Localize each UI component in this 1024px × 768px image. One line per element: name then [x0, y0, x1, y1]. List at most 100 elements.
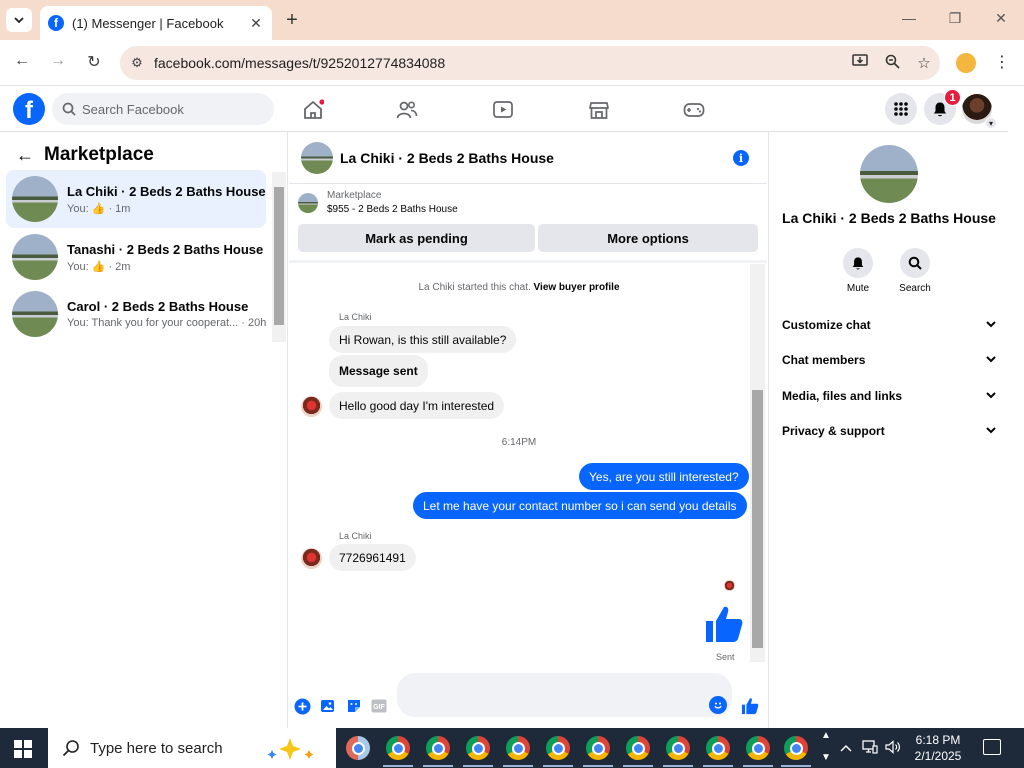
install-app-icon[interactable]: [844, 54, 876, 72]
tray-overflow-icon[interactable]: [840, 740, 852, 755]
account-caret-icon[interactable]: ▾: [985, 117, 997, 129]
incoming-message[interactable]: 7726961491: [329, 544, 416, 571]
browser-tab-messenger[interactable]: f (1) Messenger | Facebook ✕: [40, 6, 272, 40]
taskbar-chrome-icon[interactable]: [386, 736, 410, 760]
mark-as-pending-button[interactable]: Mark as pending: [298, 224, 535, 252]
conversation-item-tanashi[interactable]: Tanashi · 2 Beds 2 Baths House You: 👍 · …: [6, 228, 266, 286]
back-arrow-icon[interactable]: ←: [11, 52, 33, 70]
info-icon[interactable]: i: [733, 150, 749, 166]
taskbar-chrome-icon[interactable]: [586, 736, 610, 760]
more-options-button[interactable]: More options: [538, 224, 758, 252]
menu-grid-icon[interactable]: [885, 93, 917, 125]
incoming-message[interactable]: Hello good day I'm interested: [329, 392, 505, 419]
emoji-icon[interactable]: [709, 696, 727, 714]
send-like-icon[interactable]: [741, 697, 759, 715]
reload-icon[interactable]: ↻: [83, 52, 105, 72]
sent-like-icon[interactable]: [704, 604, 744, 647]
gif-icon[interactable]: GIF: [370, 697, 388, 715]
listing-price: $955 - 2 Beds 2 Baths House: [327, 204, 458, 215]
taskbar-app-icon[interactable]: [346, 736, 370, 760]
windows-start-icon[interactable]: [14, 740, 32, 758]
window-minimize-button[interactable]: —: [899, 10, 919, 26]
taskbar-chrome-icon[interactable]: [706, 736, 730, 760]
messages-scroll-thumb[interactable]: [752, 390, 763, 648]
taskbar-chrome-icon[interactable]: [666, 736, 690, 760]
taskbar-chrome-icon[interactable]: [466, 736, 490, 760]
network-icon[interactable]: [862, 740, 878, 757]
seen-avatar: [724, 580, 735, 591]
section-label: Media, files and links: [782, 389, 903, 403]
conversation-header[interactable]: La Chiki · 2 Beds 2 Baths House: [289, 132, 767, 184]
taskbar-chrome-icon[interactable]: [506, 736, 530, 760]
customize-chat-section[interactable]: Customize chat: [782, 318, 996, 332]
message-input[interactable]: [397, 673, 732, 717]
add-plus-icon[interactable]: [293, 697, 311, 715]
outgoing-message[interactable]: Yes, are you still interested?: [579, 463, 749, 490]
conversation-item-la-chiki[interactable]: La Chiki · 2 Beds 2 Baths House You: 👍 ·…: [6, 170, 266, 228]
incoming-message[interactable]: Hi Rowan, is this still available?: [329, 326, 517, 353]
taskbar-chrome-icon[interactable]: [626, 736, 650, 760]
facebook-search-box[interactable]: [52, 93, 274, 125]
back-arrow-icon[interactable]: ←: [16, 145, 34, 166]
view-buyer-profile-link[interactable]: View buyer profile: [534, 282, 620, 293]
taskbar-active-indicator: [463, 765, 493, 767]
taskbar-active-indicator: [543, 765, 573, 767]
panel-title: Marketplace: [44, 144, 154, 165]
sender-avatar[interactable]: [301, 548, 322, 569]
page-scrollbar[interactable]: [1008, 87, 1024, 728]
video-nav-icon[interactable]: [490, 97, 516, 123]
listing-summary[interactable]: Marketplace $955 - 2 Beds 2 Baths House: [298, 190, 458, 215]
media-files-links-section[interactable]: Media, files and links: [782, 389, 996, 403]
taskbar-chrome-icon[interactable]: [784, 736, 808, 760]
taskbar-chrome-icon[interactable]: [426, 736, 450, 760]
facebook-logo-icon[interactable]: f: [13, 93, 45, 125]
zoom-icon[interactable]: [876, 54, 908, 73]
chat-members-section[interactable]: Chat members: [782, 353, 996, 367]
house-avatar: [12, 176, 58, 222]
taskbar-chrome-icon[interactable]: [746, 736, 770, 760]
tab-search-button[interactable]: [6, 8, 32, 32]
browser-tabstrip: f (1) Messenger | Facebook ✕ + — ❐ ✕: [0, 0, 1024, 40]
conversation-name: La Chiki · 2 Beds 2 Baths House: [67, 183, 266, 199]
address-url[interactable]: facebook.com/messages/t/9252012774834088: [154, 55, 844, 71]
conversation-item-carol[interactable]: Carol · 2 Beds 2 Baths House You: Thank …: [6, 285, 266, 343]
taskbar-active-indicator: [743, 765, 773, 767]
address-bar[interactable]: ⚙ facebook.com/messages/t/92520127748340…: [120, 46, 940, 80]
forward-arrow-icon[interactable]: →: [47, 52, 69, 70]
taskbar-scroll-up-icon[interactable]: ▲: [821, 730, 831, 741]
taskbar-chrome-icon[interactable]: [546, 736, 570, 760]
bookmark-star-icon[interactable]: ☆: [908, 54, 940, 72]
browser-profile-icon[interactable]: [956, 53, 976, 73]
sender-avatar[interactable]: [301, 396, 322, 417]
action-center-icon[interactable]: [983, 739, 1001, 755]
taskbar-active-indicator: [503, 765, 533, 767]
taskbar-clock[interactable]: 6:18 PM 2/1/2025: [905, 732, 971, 764]
taskbar-search-box[interactable]: Type here to search: [48, 728, 336, 768]
panel-heading: ← Marketplace: [16, 144, 154, 166]
chat-list-scroll-thumb[interactable]: [274, 187, 284, 325]
sticker-icon[interactable]: [345, 697, 363, 715]
outgoing-message[interactable]: Let me have your contact number so i can…: [413, 492, 747, 519]
friends-nav-icon[interactable]: [394, 97, 420, 123]
marketplace-nav-icon[interactable]: [586, 97, 612, 123]
taskbar-active-indicator: [703, 765, 733, 767]
volume-icon[interactable]: [885, 740, 901, 757]
clock-time: 6:18 PM: [915, 733, 961, 747]
site-info-icon[interactable]: ⚙: [120, 55, 154, 71]
privacy-support-section[interactable]: Privacy & support: [782, 424, 996, 438]
taskbar-search-placeholder: Type here to search: [90, 739, 223, 757]
home-nav-icon[interactable]: [300, 97, 326, 123]
chevron-down-icon: [986, 425, 996, 437]
search-chat-button[interactable]: Search: [885, 248, 945, 294]
facebook-search-input[interactable]: [82, 101, 262, 117]
gaming-nav-icon[interactable]: [681, 97, 707, 123]
taskbar-scroll-down-icon[interactable]: ▼: [821, 752, 831, 763]
browser-menu-icon[interactable]: ⋮: [994, 52, 1010, 72]
tab-close-icon[interactable]: ✕: [248, 15, 264, 32]
window-restore-button[interactable]: ❐: [945, 10, 965, 27]
window-close-button[interactable]: ✕: [991, 10, 1011, 27]
new-tab-button[interactable]: +: [282, 9, 302, 31]
mute-button[interactable]: Mute: [828, 248, 888, 294]
incoming-message[interactable]: Message sent: [329, 355, 428, 387]
photo-icon[interactable]: [319, 697, 337, 715]
